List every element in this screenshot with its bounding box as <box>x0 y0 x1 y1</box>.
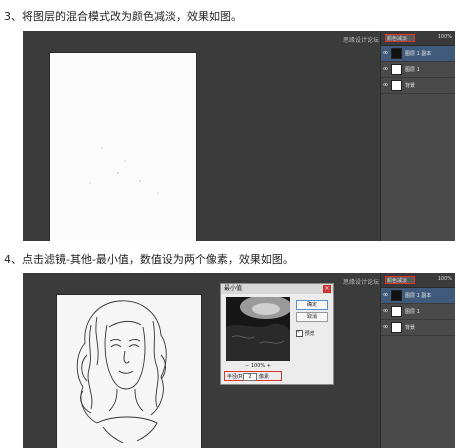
layer-row[interactable]: 背景 <box>381 78 455 94</box>
photoshop-screenshot-1: 颜色减淡 100% 图层 1 副本 图层 1 背景 思缘设计论坛 <box>23 31 455 241</box>
watermark: 思缘设计论坛 <box>342 37 379 44</box>
layer-thumbnail <box>391 48 402 59</box>
dialog-title-bar: 最小值 × <box>221 284 333 294</box>
minimum-filter-dialog: 最小值 × 确定 取消 ✓ 预览 − 100% + 半径(R): 2 像素 <box>220 283 334 385</box>
layer-thumbnail <box>391 80 402 91</box>
eye-icon[interactable] <box>383 66 388 71</box>
layers-panel-header: 颜色减淡 100% <box>381 273 455 288</box>
layer-name: 图层 1 副本 <box>405 51 432 57</box>
canvas-area <box>23 31 381 241</box>
ok-button[interactable]: 确定 <box>296 300 328 310</box>
radius-unit: 像素 <box>259 374 270 380</box>
layer-name: 图层 1 副本 <box>405 293 432 299</box>
radius-row: 半径(R): 2 像素 <box>224 371 282 381</box>
layers-panel: 颜色减淡 100% 图层 1 副本 图层 1 背景 <box>380 31 455 241</box>
layer-row[interactable]: 图层 1 副本 <box>381 288 455 304</box>
dialog-title: 最小值 <box>224 285 243 292</box>
zoom-out-icon[interactable]: − <box>245 363 249 369</box>
layer-row[interactable]: 图层 1 副本 <box>381 46 455 62</box>
preview-checkbox[interactable]: ✓ <box>296 329 303 337</box>
step-4-caption: 4、点击滤镜-其他-最小值，数值设为两个像素，效果如图。 <box>4 253 294 266</box>
zoom-in-icon[interactable]: + <box>267 363 271 369</box>
layers-panel: 颜色减淡 100% 图层 1 副本 图层 1 背景 <box>380 273 455 448</box>
preview-checkbox-row[interactable]: ✓ 预览 <box>296 329 315 337</box>
eye-icon[interactable] <box>383 324 388 329</box>
preview-image <box>226 297 290 361</box>
blend-mode-select[interactable]: 颜色减淡 <box>385 34 415 42</box>
cancel-button[interactable]: 取消 <box>296 312 328 322</box>
layer-row[interactable]: 图层 1 <box>381 304 455 320</box>
watermark: 思缘设计论坛 <box>342 279 379 286</box>
filter-preview[interactable] <box>226 297 290 361</box>
layer-row[interactable]: 图层 1 <box>381 62 455 78</box>
document-canvas <box>57 295 201 448</box>
layer-name: 图层 1 <box>405 67 420 73</box>
photoshop-screenshot-2: 最小值 × 确定 取消 ✓ 预览 − 100% + 半径(R): 2 像素 颜色… <box>23 273 455 448</box>
eye-icon[interactable] <box>383 308 388 313</box>
layer-row[interactable]: 背景 <box>381 320 455 336</box>
eye-icon[interactable] <box>383 82 388 87</box>
opacity-value[interactable]: 100% <box>438 34 452 40</box>
layer-name: 背景 <box>405 83 416 89</box>
layer-thumbnail <box>391 306 402 317</box>
close-icon[interactable]: × <box>323 285 331 293</box>
opacity-value[interactable]: 100% <box>438 276 452 282</box>
layer-thumbnail <box>391 64 402 75</box>
layer-thumbnail <box>391 322 402 333</box>
eye-icon[interactable] <box>383 292 388 297</box>
layers-panel-header: 颜色减淡 100% <box>381 31 455 46</box>
radius-input[interactable]: 2 <box>243 373 257 381</box>
layer-name: 背景 <box>405 325 416 331</box>
layer-thumbnail <box>391 290 402 301</box>
step-3-caption: 3、将图层的混合模式改为颜色减淡，效果如图。 <box>4 10 242 23</box>
document-canvas <box>50 53 196 241</box>
blend-mode-select[interactable]: 颜色减淡 <box>385 276 415 284</box>
faint-sketch <box>89 147 159 194</box>
portrait-sketch <box>76 300 167 444</box>
zoom-row: − 100% + <box>226 363 290 370</box>
layer-name: 图层 1 <box>405 309 420 315</box>
zoom-level: 100% <box>250 363 266 369</box>
canvas-area: 最小值 × 确定 取消 ✓ 预览 − 100% + 半径(R): 2 像素 <box>23 273 381 448</box>
eye-icon[interactable] <box>383 50 388 55</box>
preview-label: 预览 <box>304 331 315 337</box>
